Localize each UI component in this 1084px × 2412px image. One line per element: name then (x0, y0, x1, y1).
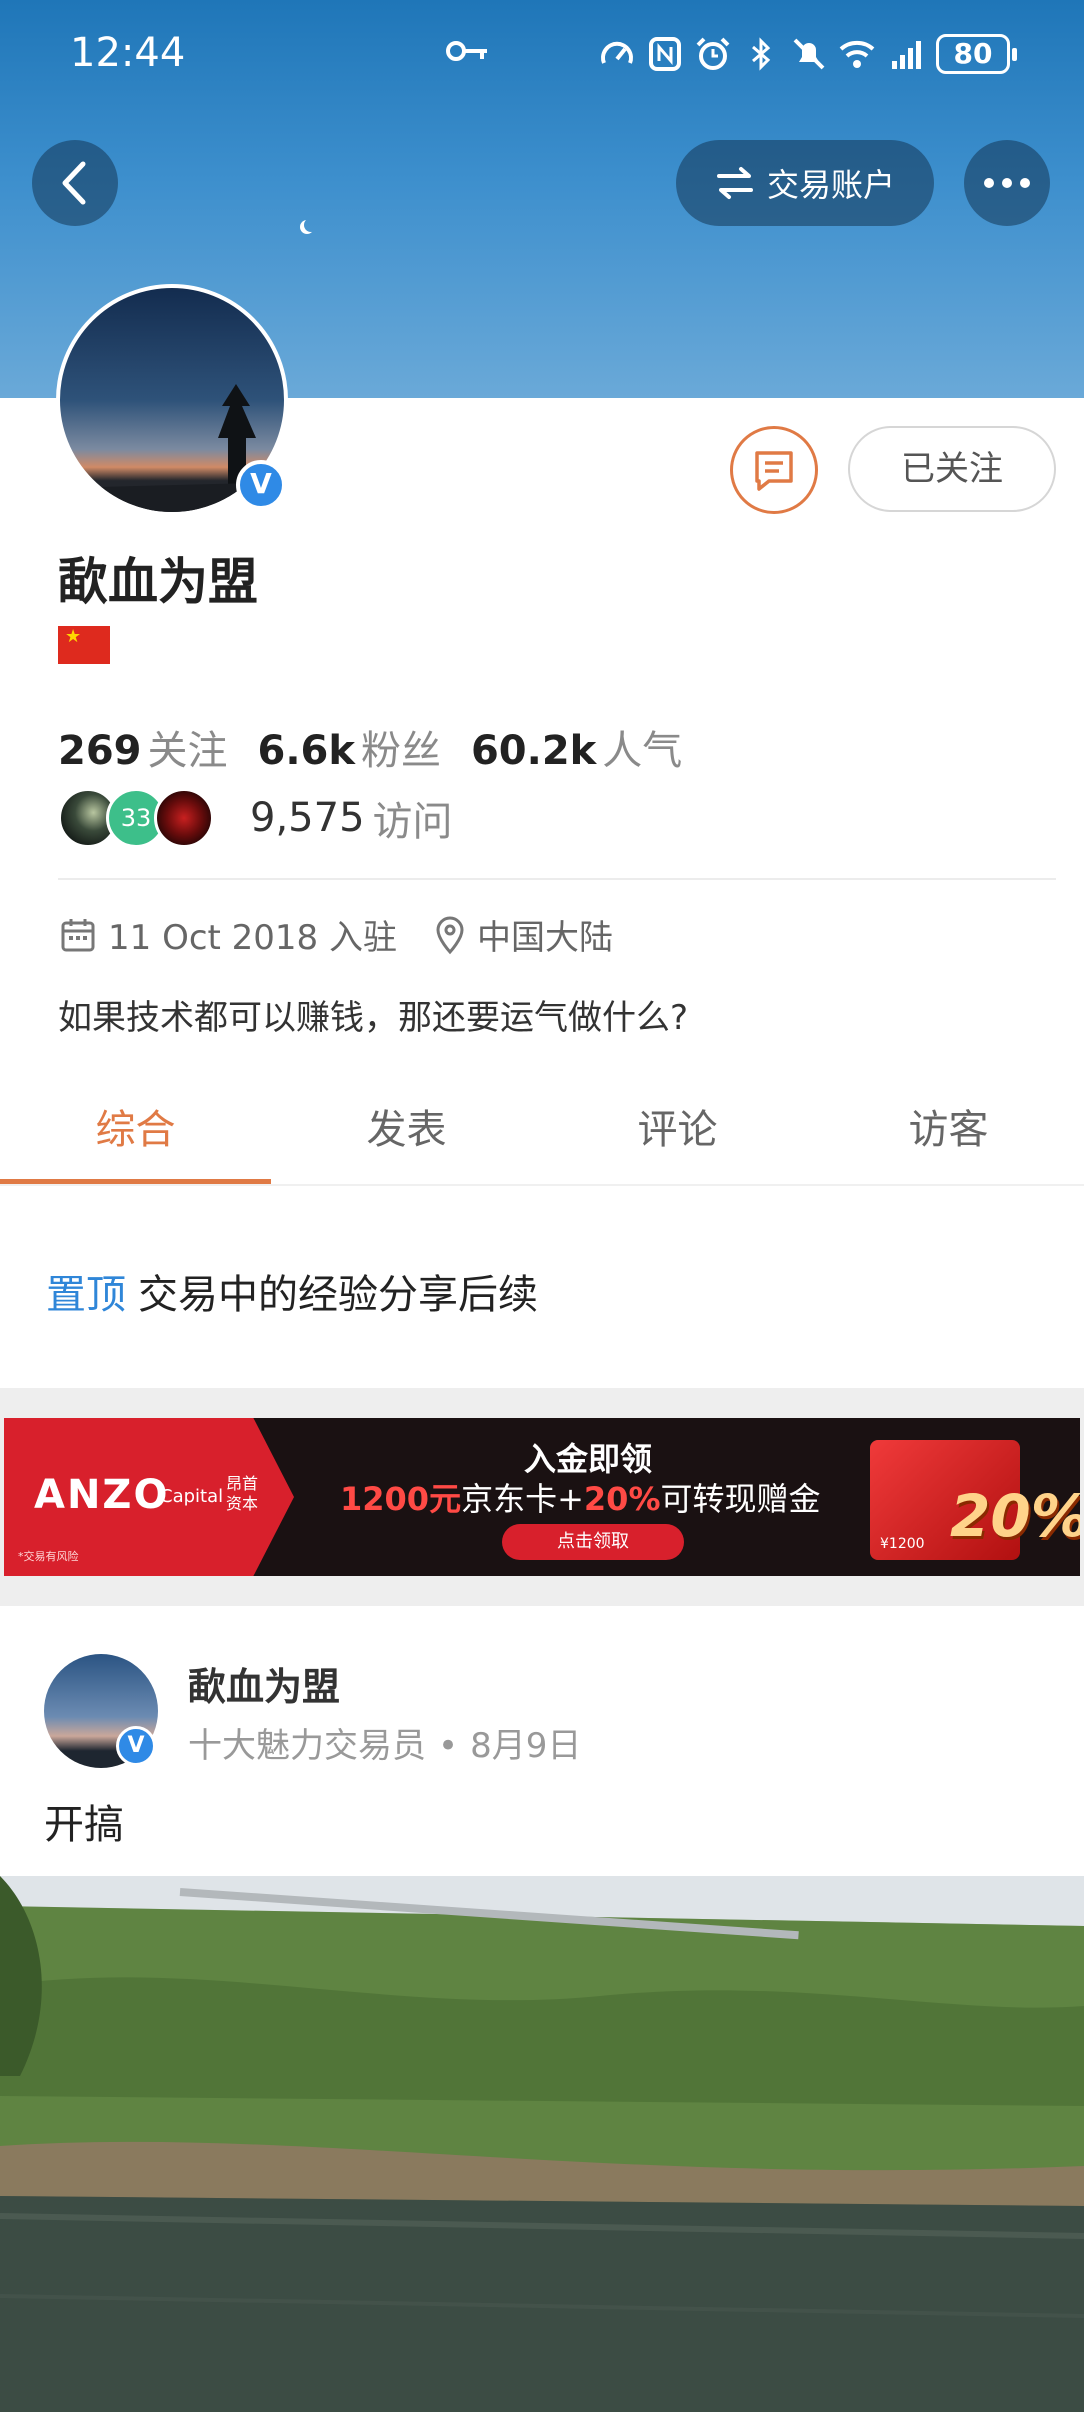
ad-offer: 1200元京东卡+20%可转现赠金 (340, 1474, 821, 1520)
chevron-left-icon (62, 161, 86, 205)
ad-offer-amount: 1200元 (340, 1480, 462, 1518)
ad-percent-badge: 20% (950, 1482, 1080, 1550)
pinned-tag: 置顶 (46, 1272, 126, 1318)
ad-brand-sub: Capital (160, 1486, 224, 1507)
trade-account-label: 交易账户 (766, 166, 895, 204)
message-icon (755, 451, 793, 491)
status-bar: 12:44 80 (0, 0, 1084, 110)
tab-overview[interactable]: 综合 (0, 1080, 271, 1184)
post-author-title: 十大魅力交易员 (188, 1726, 426, 1766)
profile-bio: 如果技术都可以赚钱，那还要运气做什么? (58, 998, 689, 1038)
divider (58, 878, 1056, 880)
landscape-photo (0, 1876, 1084, 2412)
stat-following[interactable]: 269 关注 (58, 718, 228, 776)
moon-decoration (304, 218, 318, 232)
speedometer-icon (601, 41, 633, 64)
ad-card-value: ¥1200 (880, 1536, 925, 1552)
profile-meta: 11 Oct 2018 入驻 中国大陆 (58, 910, 613, 959)
key-icon (446, 41, 487, 61)
location-pin-icon (436, 916, 464, 954)
ad-offer-pct: 20% (583, 1480, 661, 1518)
mute-icon (793, 38, 825, 70)
profile-stats: 269 关注 6.6k 粉丝 60.2k 人气 (58, 718, 682, 776)
calendar-icon (61, 918, 95, 951)
alarm-icon (696, 37, 730, 70)
dot-icon (1002, 178, 1012, 188)
post-image[interactable] (0, 1876, 1084, 2412)
profile-name: 歃血为盟 (58, 553, 258, 611)
follow-button[interactable]: 已关注 (848, 426, 1056, 512)
nfc-icon (649, 37, 681, 71)
battery-indicator: 80 (936, 34, 1017, 74)
wifi-icon (839, 40, 875, 68)
stat-followers[interactable]: 6.6k 粉丝 (258, 718, 441, 776)
profile-tabs: 综合 发表 评论 访客 (0, 1080, 1084, 1186)
swap-arrows-icon (716, 167, 753, 199)
location-text: 中国大陆 (477, 918, 613, 958)
pinned-title: 交易中的经验分享后续 (138, 1272, 538, 1318)
ad-offer-tail: 可转现赠金 (660, 1480, 821, 1518)
tab-visitors[interactable]: 访客 (813, 1080, 1084, 1184)
pinned-post[interactable]: 置顶 交易中的经验分享后续 (46, 1262, 538, 1320)
post-text: 开搞 (44, 1802, 124, 1848)
dot-icon (1020, 178, 1030, 188)
back-button[interactable] (32, 140, 118, 226)
ad-brand-cn: 昂首资本 (226, 1474, 259, 1513)
ad-risk-note: *交易有风险 (18, 1550, 79, 1563)
post-author-name[interactable]: 歃血为盟 (188, 1656, 340, 1711)
ad-cta-button[interactable]: 点击领取 (502, 1524, 684, 1560)
tab-comments[interactable]: 评论 (542, 1080, 813, 1184)
verified-badge-icon: V (236, 460, 286, 510)
ad-brand-logo: ANZO (34, 1472, 170, 1518)
location: 中国大陆 (433, 910, 613, 959)
post-meta: 十大魅力交易员 • 8月9日 (188, 1718, 581, 1767)
dot-icon (984, 178, 994, 188)
trade-account-button[interactable]: 交易账户 (676, 140, 934, 226)
more-options-button[interactable] (964, 140, 1050, 226)
post-date: 8月9日 (470, 1726, 582, 1766)
status-icons (598, 32, 924, 76)
ad-banner[interactable]: ANZO Capital 昂首资本 *交易有风险 入金即领 1200元京东卡+2… (4, 1418, 1080, 1576)
joined-date: 11 Oct 2018 入驻 (108, 918, 397, 958)
verified-badge-icon: V (116, 1726, 156, 1766)
visitors-row[interactable]: 33 9,575 访问 (58, 784, 453, 852)
visits-label: 访问 (372, 799, 453, 845)
message-button[interactable] (730, 426, 818, 514)
visitor-avatar (154, 788, 214, 848)
4g-signal-icon (892, 41, 921, 69)
separator-dot: • (438, 1726, 459, 1766)
status-time: 12:44 (70, 30, 186, 76)
tab-posts[interactable]: 发表 (271, 1080, 542, 1184)
china-flag-icon: ★ (58, 626, 110, 664)
visits-count: 9,575 (250, 795, 365, 841)
stat-popularity: 60.2k 人气 (470, 728, 683, 774)
bluetooth-icon (752, 37, 771, 71)
ad-offer-mid: 京东卡+ (461, 1480, 584, 1518)
